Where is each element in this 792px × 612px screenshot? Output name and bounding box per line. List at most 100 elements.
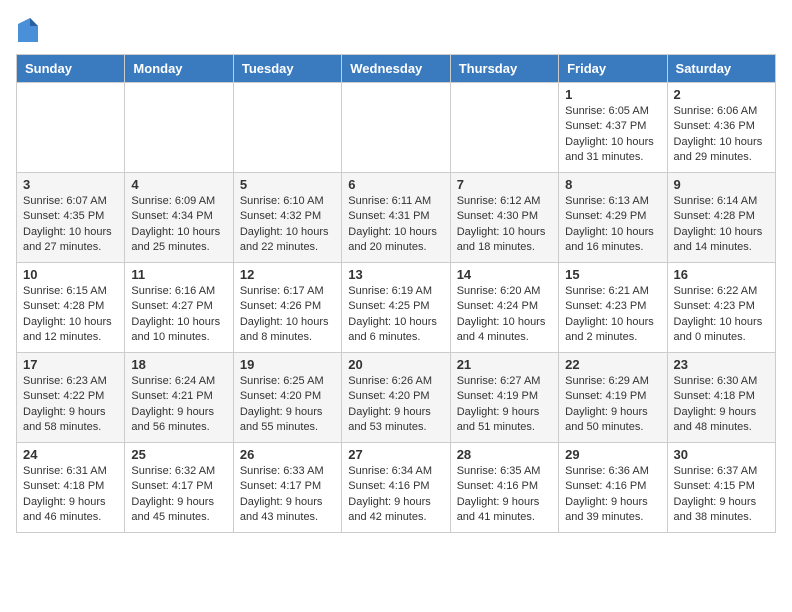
day-number: 23 xyxy=(674,357,769,372)
calendar-cell: 10Sunrise: 6:15 AM Sunset: 4:28 PM Dayli… xyxy=(17,263,125,353)
logo xyxy=(16,16,44,44)
calendar-cell: 2 Sunrise: 6:06 AM Sunset: 4:36 PM Daylig… xyxy=(667,83,775,173)
calendar-cell: 7 Sunrise: 6:12 AM Sunset: 4:30 PM Daylig… xyxy=(450,173,558,263)
day-number: 10 xyxy=(23,267,118,282)
calendar-cell: 28 Sunrise: 6:35 AM Sunset: 4:16 PM Dayli… xyxy=(450,443,558,533)
day-info: Sunrise: 6:16 AM Sunset: 4:27 PM Dayligh… xyxy=(131,284,226,346)
calendar-cell: 18Sunrise: 6:24 AM Sunset: 4:21 PM Dayli… xyxy=(125,353,233,443)
calendar-cell: 30 Sunrise: 6:37 AM Sunset: 4:15 PM Dayli… xyxy=(667,443,775,533)
day-info: Sunrise: 6:34 AM Sunset: 4:16 PM Dayligh… xyxy=(348,464,443,526)
day-number: 12 xyxy=(240,267,335,282)
calendar-cell xyxy=(125,83,233,173)
day-info: Sunrise: 6:09 AM Sunset: 4:34 PM Dayligh… xyxy=(131,194,226,256)
calendar-cell: 16 Sunrise: 6:22 AM Sunset: 4:23 PM Dayli… xyxy=(667,263,775,353)
day-info: Sunrise: 6:14 AM Sunset: 4:28 PM Dayligh… xyxy=(674,194,769,256)
calendar-cell: 14 Sunrise: 6:20 AM Sunset: 4:24 PM Dayli… xyxy=(450,263,558,353)
day-number: 21 xyxy=(457,357,552,372)
calendar-cell: 4Sunrise: 6:09 AM Sunset: 4:34 PM Daylig… xyxy=(125,173,233,263)
day-number: 11 xyxy=(131,267,226,282)
header-day-monday: Monday xyxy=(125,55,233,83)
day-number: 28 xyxy=(457,447,552,462)
calendar-header: SundayMondayTuesdayWednesdayThursdayFrid… xyxy=(17,55,776,83)
day-number: 30 xyxy=(674,447,769,462)
calendar-cell: 25 Sunrise: 6:32 AM Sunset: 4:17 PM Dayli… xyxy=(125,443,233,533)
calendar-cell xyxy=(342,83,450,173)
day-number: 1 xyxy=(565,87,660,102)
header-row: SundayMondayTuesdayWednesdayThursdayFrid… xyxy=(17,55,776,83)
day-number: 29 xyxy=(565,447,660,462)
day-number: 26 xyxy=(240,447,335,462)
calendar-cell: 21 Sunrise: 6:27 AM Sunset: 4:19 PM Dayli… xyxy=(450,353,558,443)
week-row-4: 17Sunrise: 6:23 AM Sunset: 4:22 PM Dayli… xyxy=(17,353,776,443)
day-info: Sunrise: 6:13 AM Sunset: 4:29 PM Dayligh… xyxy=(565,194,660,256)
day-number: 7 xyxy=(457,177,552,192)
day-info: Sunrise: 6:31 AM Sunset: 4:18 PM Dayligh… xyxy=(23,464,118,526)
day-info: Sunrise: 6:33 AM Sunset: 4:17 PM Dayligh… xyxy=(240,464,335,526)
day-number: 24 xyxy=(23,447,118,462)
calendar-cell: 19 Sunrise: 6:25 AM Sunset: 4:20 PM Dayli… xyxy=(233,353,341,443)
day-number: 2 xyxy=(674,87,769,102)
day-number: 15 xyxy=(565,267,660,282)
day-info: Sunrise: 6:11 AM Sunset: 4:31 PM Dayligh… xyxy=(348,194,443,256)
header-day-wednesday: Wednesday xyxy=(342,55,450,83)
day-info: Sunrise: 6:30 AM Sunset: 4:18 PM Dayligh… xyxy=(674,374,769,436)
calendar-body: 1 Sunrise: 6:05 AM Sunset: 4:37 PM Daylig… xyxy=(17,83,776,533)
week-row-5: 24 Sunrise: 6:31 AM Sunset: 4:18 PM Dayli… xyxy=(17,443,776,533)
day-number: 9 xyxy=(674,177,769,192)
week-row-1: 1 Sunrise: 6:05 AM Sunset: 4:37 PM Daylig… xyxy=(17,83,776,173)
day-info: Sunrise: 6:27 AM Sunset: 4:19 PM Dayligh… xyxy=(457,374,552,436)
day-info: Sunrise: 6:12 AM Sunset: 4:30 PM Dayligh… xyxy=(457,194,552,256)
day-info: Sunrise: 6:25 AM Sunset: 4:20 PM Dayligh… xyxy=(240,374,335,436)
day-number: 19 xyxy=(240,357,335,372)
header-day-sunday: Sunday xyxy=(17,55,125,83)
day-number: 16 xyxy=(674,267,769,282)
day-info: Sunrise: 6:17 AM Sunset: 4:26 PM Dayligh… xyxy=(240,284,335,346)
logo-icon xyxy=(16,16,40,44)
day-info: Sunrise: 6:22 AM Sunset: 4:23 PM Dayligh… xyxy=(674,284,769,346)
day-info: Sunrise: 6:35 AM Sunset: 4:16 PM Dayligh… xyxy=(457,464,552,526)
day-number: 20 xyxy=(348,357,443,372)
week-row-2: 3 Sunrise: 6:07 AM Sunset: 4:35 PM Daylig… xyxy=(17,173,776,263)
day-number: 17 xyxy=(23,357,118,372)
calendar-cell: 13Sunrise: 6:19 AM Sunset: 4:25 PM Dayli… xyxy=(342,263,450,353)
calendar-cell xyxy=(233,83,341,173)
day-info: Sunrise: 6:21 AM Sunset: 4:23 PM Dayligh… xyxy=(565,284,660,346)
day-info: Sunrise: 6:07 AM Sunset: 4:35 PM Dayligh… xyxy=(23,194,118,256)
day-number: 6 xyxy=(348,177,443,192)
calendar-cell: 24 Sunrise: 6:31 AM Sunset: 4:18 PM Dayli… xyxy=(17,443,125,533)
calendar-cell xyxy=(17,83,125,173)
day-number: 14 xyxy=(457,267,552,282)
calendar-cell: 15 Sunrise: 6:21 AM Sunset: 4:23 PM Dayli… xyxy=(559,263,667,353)
calendar-cell: 11 Sunrise: 6:16 AM Sunset: 4:27 PM Dayli… xyxy=(125,263,233,353)
day-number: 8 xyxy=(565,177,660,192)
calendar-cell: 5Sunrise: 6:10 AM Sunset: 4:32 PM Daylig… xyxy=(233,173,341,263)
day-info: Sunrise: 6:32 AM Sunset: 4:17 PM Dayligh… xyxy=(131,464,226,526)
day-info: Sunrise: 6:06 AM Sunset: 4:36 PM Dayligh… xyxy=(674,104,769,166)
calendar-cell: 26 Sunrise: 6:33 AM Sunset: 4:17 PM Dayli… xyxy=(233,443,341,533)
calendar: SundayMondayTuesdayWednesdayThursdayFrid… xyxy=(16,54,776,533)
calendar-cell: 27Sunrise: 6:34 AM Sunset: 4:16 PM Dayli… xyxy=(342,443,450,533)
header-day-saturday: Saturday xyxy=(667,55,775,83)
day-info: Sunrise: 6:29 AM Sunset: 4:19 PM Dayligh… xyxy=(565,374,660,436)
calendar-cell: 8 Sunrise: 6:13 AM Sunset: 4:29 PM Daylig… xyxy=(559,173,667,263)
calendar-cell: 23 Sunrise: 6:30 AM Sunset: 4:18 PM Dayli… xyxy=(667,353,775,443)
calendar-cell: 17Sunrise: 6:23 AM Sunset: 4:22 PM Dayli… xyxy=(17,353,125,443)
day-info: Sunrise: 6:37 AM Sunset: 4:15 PM Dayligh… xyxy=(674,464,769,526)
day-number: 3 xyxy=(23,177,118,192)
calendar-cell: 1 Sunrise: 6:05 AM Sunset: 4:37 PM Daylig… xyxy=(559,83,667,173)
calendar-cell: 6 Sunrise: 6:11 AM Sunset: 4:31 PM Daylig… xyxy=(342,173,450,263)
day-info: Sunrise: 6:19 AM Sunset: 4:25 PM Dayligh… xyxy=(348,284,443,346)
week-row-3: 10Sunrise: 6:15 AM Sunset: 4:28 PM Dayli… xyxy=(17,263,776,353)
day-number: 25 xyxy=(131,447,226,462)
day-info: Sunrise: 6:10 AM Sunset: 4:32 PM Dayligh… xyxy=(240,194,335,256)
day-info: Sunrise: 6:05 AM Sunset: 4:37 PM Dayligh… xyxy=(565,104,660,166)
calendar-cell: 22 Sunrise: 6:29 AM Sunset: 4:19 PM Dayli… xyxy=(559,353,667,443)
calendar-cell: 3 Sunrise: 6:07 AM Sunset: 4:35 PM Daylig… xyxy=(17,173,125,263)
page-header xyxy=(16,16,776,44)
day-info: Sunrise: 6:20 AM Sunset: 4:24 PM Dayligh… xyxy=(457,284,552,346)
header-day-friday: Friday xyxy=(559,55,667,83)
calendar-cell xyxy=(450,83,558,173)
calendar-cell: 20 Sunrise: 6:26 AM Sunset: 4:20 PM Dayli… xyxy=(342,353,450,443)
day-number: 22 xyxy=(565,357,660,372)
day-info: Sunrise: 6:26 AM Sunset: 4:20 PM Dayligh… xyxy=(348,374,443,436)
